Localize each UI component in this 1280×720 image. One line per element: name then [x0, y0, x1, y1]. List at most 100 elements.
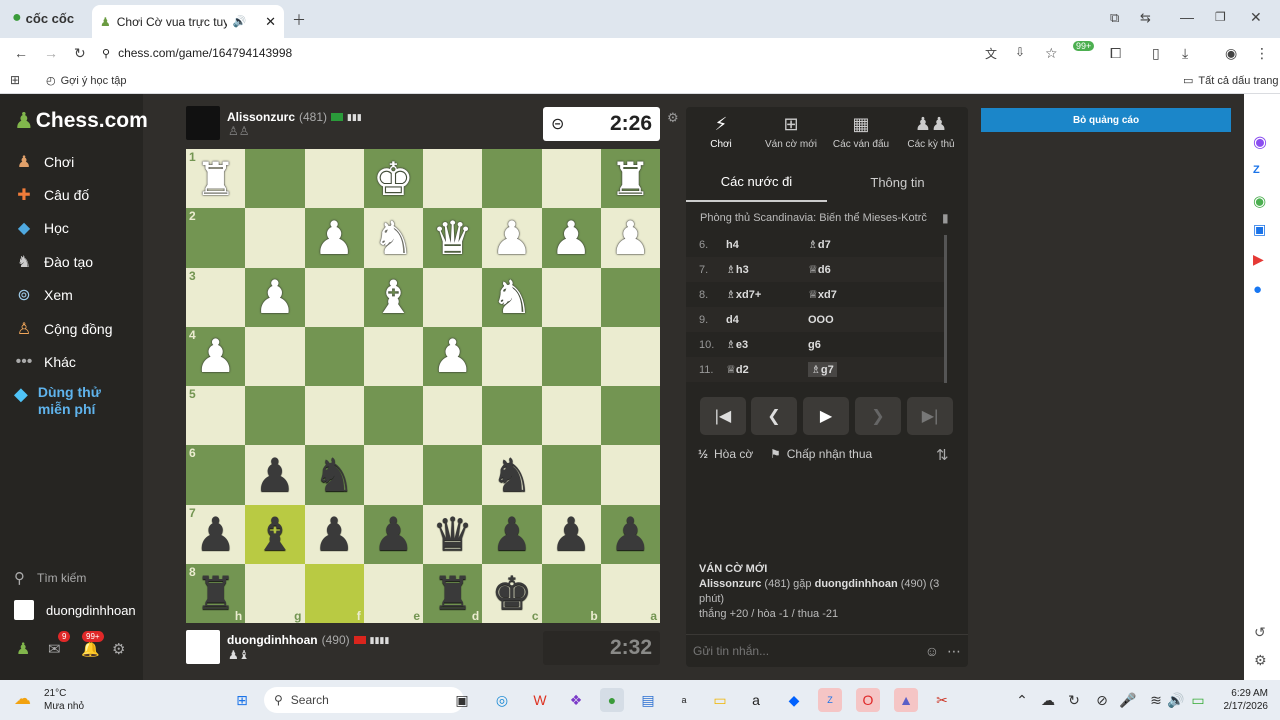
- opponent-avatar[interactable]: [186, 106, 220, 140]
- tab-play[interactable]: ⚡ Chơi: [686, 107, 756, 157]
- board-square[interactable]: ♚: [363, 149, 423, 209]
- board-square[interactable]: ♞: [482, 267, 542, 327]
- messenger-icon[interactable]: ◉: [1253, 132, 1267, 152]
- board-square[interactable]: c ♚: [482, 563, 542, 623]
- back-icon[interactable]: ←: [14, 45, 28, 61]
- board-square[interactable]: ♟: [363, 504, 423, 564]
- bookmark-item[interactable]: ◴ Gợi ý học tập: [46, 74, 127, 88]
- board-square[interactable]: ♞: [482, 445, 542, 505]
- zalo-taskbar-icon[interactable]: Z: [818, 688, 842, 712]
- white-queen-icon[interactable]: ♛: [432, 215, 473, 261]
- black-move[interactable]: ♗g7: [808, 362, 837, 377]
- taskbar-search[interactable]: ⚲ Search: [264, 687, 464, 713]
- scrollbar[interactable]: [944, 235, 947, 383]
- tray-chevron-icon[interactable]: ⌃: [1010, 688, 1034, 712]
- draw-button[interactable]: ½ Hòa cờ: [698, 447, 753, 461]
- black-pawn-icon[interactable]: ♟: [314, 511, 355, 557]
- board-square[interactable]: b: [541, 563, 601, 623]
- board-square[interactable]: [363, 445, 423, 505]
- board-square[interactable]: ♞: [363, 208, 423, 268]
- sync-icon[interactable]: ↻: [1062, 688, 1086, 712]
- board-square[interactable]: [482, 386, 542, 446]
- board-square[interactable]: [541, 326, 601, 386]
- black-pawn-icon[interactable]: ♟: [373, 511, 414, 557]
- board-square[interactable]: ♜: [600, 149, 660, 209]
- board-square[interactable]: [600, 386, 660, 446]
- settings-side-icon[interactable]: ⚙: [1254, 652, 1267, 669]
- all-bookmarks[interactable]: ▭ Tất cả dấu trang: [1183, 74, 1279, 88]
- coccoc-taskbar-icon[interactable]: ●: [600, 688, 624, 712]
- board-square[interactable]: d ♜: [423, 563, 483, 623]
- white-pawn-icon[interactable]: ♟: [254, 274, 295, 320]
- first-move-button[interactable]: |◀: [700, 397, 746, 435]
- board-square[interactable]: [482, 149, 542, 209]
- board-square[interactable]: [245, 149, 305, 209]
- white-rook-icon[interactable]: ♜: [610, 156, 651, 202]
- subtab-info[interactable]: Thông tin: [827, 162, 968, 202]
- board-square[interactable]: [600, 326, 660, 386]
- chat-input[interactable]: [693, 644, 917, 658]
- sidepanel-icon[interactable]: ▯: [1152, 45, 1160, 62]
- onedrive-icon[interactable]: ☁: [1036, 688, 1060, 712]
- sidebar-item-puzzles[interactable]: ✚ Câu đố: [14, 180, 89, 210]
- store-icon[interactable]: ▤: [636, 688, 660, 712]
- flip-board-icon[interactable]: ⇅: [936, 446, 949, 464]
- sidebar-item-watch[interactable]: ⊚ Xem: [14, 280, 73, 310]
- board-square[interactable]: ♟: [245, 445, 305, 505]
- board-square[interactable]: [541, 386, 601, 446]
- board-settings-icon[interactable]: ⚙: [667, 110, 679, 126]
- white-move[interactable]: h4: [726, 239, 808, 251]
- book-icon[interactable]: ▮: [942, 211, 949, 225]
- sidebar-item-learn[interactable]: ◆ Học: [14, 213, 69, 243]
- sidebar-item-training[interactable]: ♞ Đào tạo: [14, 247, 93, 277]
- weather-widget[interactable]: 21°C Mưa nhỏ: [44, 687, 84, 713]
- board-square[interactable]: [304, 386, 364, 446]
- board-square[interactable]: [245, 208, 305, 268]
- translate-icon[interactable]: 文: [985, 45, 997, 62]
- maximize-icon[interactable]: ❐: [1215, 10, 1226, 24]
- friends-icon[interactable]: ♟: [16, 639, 30, 659]
- board-square[interactable]: ♟: [482, 504, 542, 564]
- black-queen-icon[interactable]: ♛: [432, 511, 473, 557]
- network-off-icon[interactable]: ⊘: [1090, 688, 1114, 712]
- board-square[interactable]: [423, 386, 483, 446]
- black-king-icon[interactable]: ♚: [491, 570, 532, 616]
- board-square[interactable]: ♞: [304, 445, 364, 505]
- star-icon[interactable]: ☆: [1045, 45, 1058, 62]
- board-square[interactable]: ♟: [600, 504, 660, 564]
- black-move[interactable]: ♗d7: [808, 238, 908, 251]
- amazon-app-icon[interactable]: a: [744, 688, 768, 712]
- chess-board[interactable]: 1 ♜ ♚ ♜ 2 ♟ ♞ ♛ ♟ ♟ ♟ 3 ♟ ♝ ♞ 4 ♟ ♟ 5 6 ♟ ♞ ♞ 7 ♟ ♝ ♟ ♟ ♛ ♟ ♟ ♟ 8 h ♜ g f e d ♜…: [186, 149, 660, 623]
- black-pawn-icon[interactable]: ♟: [195, 511, 236, 557]
- history-icon[interactable]: ↺: [1254, 624, 1266, 641]
- user-link[interactable]: duongdinhhoan: [14, 600, 136, 620]
- mic-icon[interactable]: 🎤: [1116, 688, 1140, 712]
- black-move[interactable]: OOO: [808, 314, 908, 326]
- board-square[interactable]: ♟: [304, 504, 364, 564]
- board-square[interactable]: a: [600, 563, 660, 623]
- downloads-icon[interactable]: ⤓: [1182, 45, 1188, 62]
- new-tab-icon[interactable]: ＋: [292, 10, 306, 30]
- board-square[interactable]: [600, 445, 660, 505]
- share-icon[interactable]: ⇆: [1140, 10, 1151, 26]
- edge-icon[interactable]: ◎: [490, 688, 514, 712]
- task-view-icon[interactable]: ▣: [450, 688, 474, 712]
- board-square[interactable]: 7 ♟: [186, 504, 246, 564]
- tab-players[interactable]: ♟♟ Các kỳ thủ: [896, 107, 966, 157]
- bell-icon[interactable]: 🔔: [81, 640, 100, 658]
- white-pawn-icon[interactable]: ♟: [432, 333, 473, 379]
- tab-games[interactable]: ▦ Các ván đấu: [826, 107, 896, 157]
- board-square[interactable]: ♟: [541, 208, 601, 268]
- black-pawn-icon[interactable]: ♟: [610, 511, 651, 557]
- browser-tab[interactable]: ♟ Chơi Cờ vua trực tuyến 🔊 ✕: [92, 5, 284, 38]
- forward-move-button[interactable]: ❯: [855, 397, 901, 435]
- reload-icon[interactable]: ↻: [74, 45, 86, 62]
- board-square[interactable]: 4 ♟: [186, 326, 246, 386]
- download-page-icon[interactable]: ⇩: [1015, 45, 1025, 59]
- board-square[interactable]: ♟: [541, 504, 601, 564]
- board-square[interactable]: ♛: [423, 208, 483, 268]
- black-pawn-icon[interactable]: ♟: [491, 511, 532, 557]
- dropbox-icon[interactable]: ◆: [782, 688, 806, 712]
- board-square[interactable]: 3: [186, 267, 246, 327]
- wps-icon[interactable]: W: [528, 688, 552, 712]
